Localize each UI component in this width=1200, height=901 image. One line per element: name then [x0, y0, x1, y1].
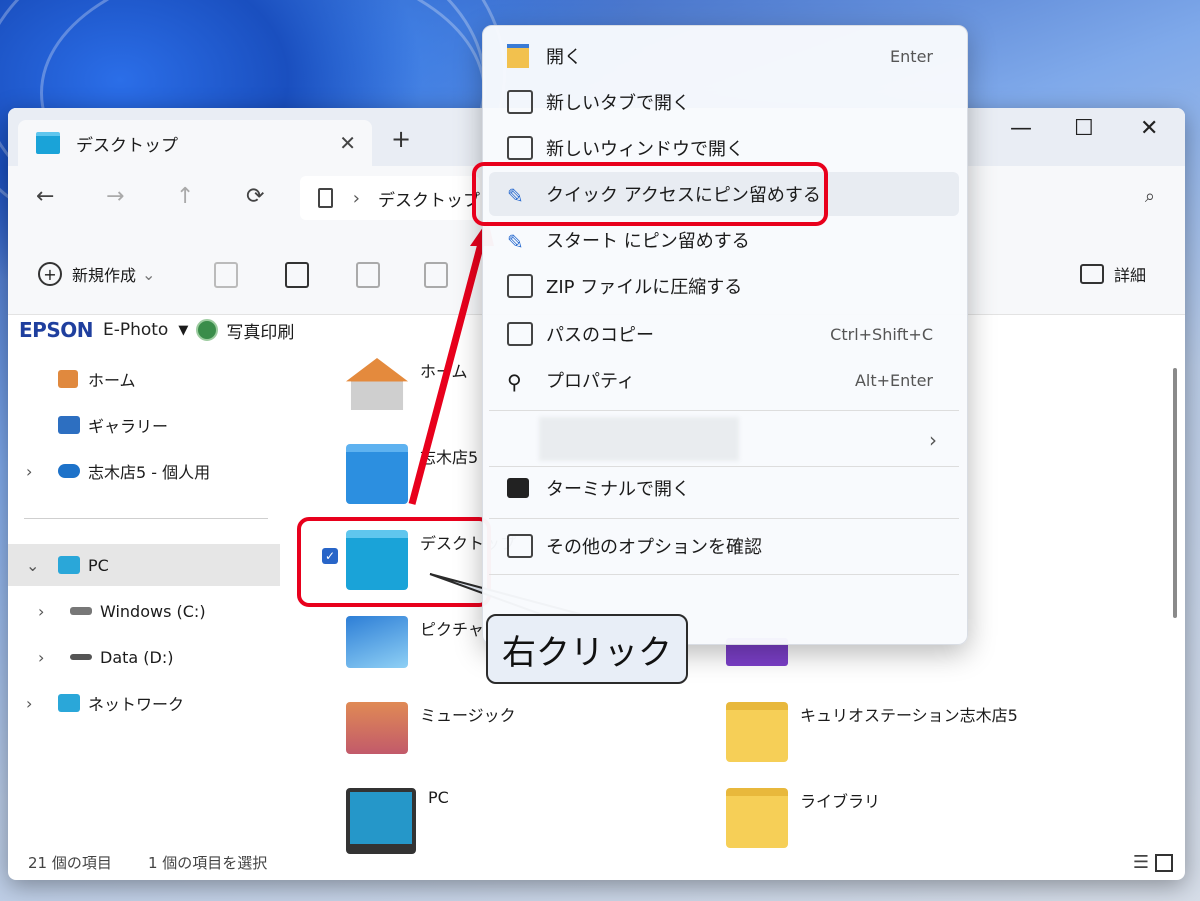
context-menu: 開く Enter 新しいタブで開く 新しいウィンドウで開く ✎ クイック アクセ… [482, 25, 968, 645]
pin-icon: ✎ [507, 230, 524, 254]
menu-item-label: その他のオプションを確認 [546, 537, 762, 558]
shortcut-label: Ctrl+Shift+C [830, 324, 933, 344]
new-tab-icon [507, 90, 533, 114]
menu-item-open-terminal[interactable]: ターミナルで開く [489, 466, 959, 510]
menu-separator [489, 410, 959, 411]
shortcut-label: Alt+Enter [854, 370, 933, 390]
menu-item-label: スタート にピン留めする [546, 231, 750, 252]
open-folder-icon [507, 44, 529, 68]
menu-item-label: ZIP ファイルに圧縮する [546, 277, 743, 298]
menu-separator [489, 574, 959, 575]
arrow-shaft [408, 239, 486, 505]
menu-item-properties[interactable]: ⚲ プロパティ Alt+Enter [489, 358, 959, 402]
menu-item-open-new-tab[interactable]: 新しいタブで開く [489, 80, 959, 124]
menu-item-label: 新しいタブで開く [546, 93, 690, 114]
blurred-menu-item[interactable] [539, 417, 739, 461]
zip-icon [507, 274, 533, 298]
menu-item-label: ターミナルで開く [546, 479, 690, 500]
terminal-icon [507, 478, 529, 498]
new-window-icon [507, 136, 533, 160]
pin-highlight-box [472, 162, 828, 226]
menu-item-label: プロパティ [546, 371, 635, 392]
right-click-callout: 右クリック [486, 614, 688, 684]
menu-item-open[interactable]: 開く Enter [489, 34, 959, 78]
copy-path-icon [507, 322, 533, 346]
menu-item-more-options[interactable]: その他のオプションを確認 [489, 524, 959, 568]
menu-item-label: パスのコピー [546, 325, 654, 346]
menu-item-label: 開く [546, 47, 582, 68]
menu-separator [489, 518, 959, 519]
more-options-icon [507, 534, 533, 558]
shortcut-label: Enter [890, 46, 933, 66]
submenu-arrow-icon[interactable]: › [929, 428, 937, 452]
menu-item-label: 新しいウィンドウで開く [546, 139, 744, 160]
menu-item-copy-path[interactable]: パスのコピー Ctrl+Shift+C [489, 312, 959, 356]
menu-item-compress-zip[interactable]: ZIP ファイルに圧縮する [489, 264, 959, 308]
wrench-icon: ⚲ [507, 370, 522, 394]
